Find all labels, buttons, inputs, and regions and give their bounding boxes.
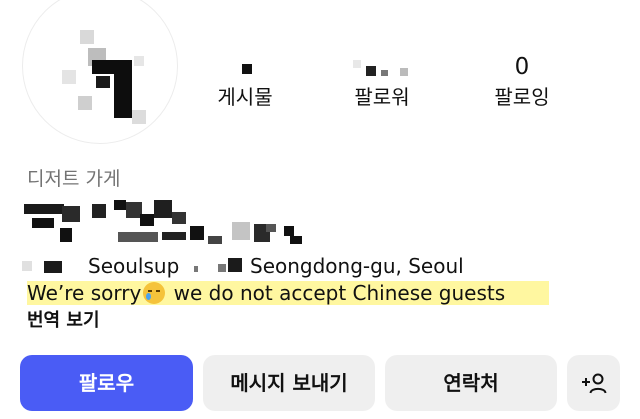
message-button[interactable]: 메시지 보내기: [203, 355, 375, 411]
posts-count-redaction: [242, 64, 252, 74]
location-redaction: [228, 258, 242, 272]
redaction-pixel: [118, 232, 158, 242]
followers-count-redaction: [381, 70, 388, 76]
profile-stats: 게시물 팔로워 0 팔로잉: [0, 52, 640, 122]
redaction-pixel: [154, 200, 172, 218]
bio-text-start: We’re sorry: [27, 281, 142, 305]
location-area: Seongdong-gu, Seoul: [250, 254, 464, 278]
redaction-pixel: [92, 204, 106, 218]
redaction-pixel: [162, 232, 186, 240]
following-label: 팔로잉: [494, 85, 550, 109]
avatar-pixel: [80, 30, 94, 44]
redaction-pixel: [208, 236, 222, 244]
redaction-pixel: [290, 236, 302, 244]
follow-button[interactable]: 팔로우: [20, 355, 193, 411]
redaction-pixel: [32, 218, 54, 228]
face-with-tear-emoji-icon: [143, 282, 166, 304]
bio-text-end: we do not accept Chinese guests: [167, 281, 506, 305]
suggested-users-button[interactable]: [567, 355, 620, 411]
location-place: Seoulsup: [88, 254, 180, 278]
see-translation-link[interactable]: 번역 보기: [27, 308, 100, 334]
redaction-pixel: [62, 206, 80, 222]
followers-count-redaction: [353, 60, 361, 68]
location-redaction: [218, 264, 226, 272]
stat-following[interactable]: 0 팔로잉: [467, 52, 577, 110]
location-redaction: [44, 261, 62, 273]
profile-bio: We’re sorry we do not accept Chinese gue…: [27, 280, 550, 306]
location-line[interactable]: Seoulsup Seongdong-gu, Seoul: [22, 252, 542, 280]
location-redaction: [194, 266, 198, 272]
profile-category: 디저트 가게: [27, 168, 121, 190]
followers-count-redaction: [366, 66, 376, 76]
redacted-name: [22, 198, 312, 250]
followers-count-redaction: [400, 68, 408, 76]
followers-count: [327, 52, 437, 82]
location-redaction: [22, 261, 32, 271]
bio-highlight: We’re sorry we do not accept Chinese gue…: [27, 281, 550, 305]
redaction-pixel: [114, 200, 126, 210]
contact-button[interactable]: 연락처: [385, 355, 557, 411]
redaction-pixel: [266, 224, 276, 232]
redaction-pixel: [140, 214, 154, 226]
add-user-icon: [582, 373, 607, 394]
redaction-pixel: [232, 222, 250, 240]
redaction-pixel: [60, 228, 72, 242]
followers-label: 팔로워: [354, 85, 410, 109]
redaction-pixel: [24, 204, 64, 214]
redaction-pixel: [172, 212, 186, 224]
redaction-pixel: [284, 226, 294, 236]
following-count: 0: [514, 54, 530, 80]
profile-header: 게시물 팔로워 0 팔로잉 디저트 가게 Seoulsup Seongdong-…: [0, 0, 640, 419]
posts-label: 게시물: [217, 85, 273, 109]
stat-posts[interactable]: 게시물: [190, 52, 300, 110]
stat-followers[interactable]: 팔로워: [327, 52, 437, 110]
redaction-pixel: [190, 226, 204, 240]
tear-drop: [146, 293, 152, 300]
